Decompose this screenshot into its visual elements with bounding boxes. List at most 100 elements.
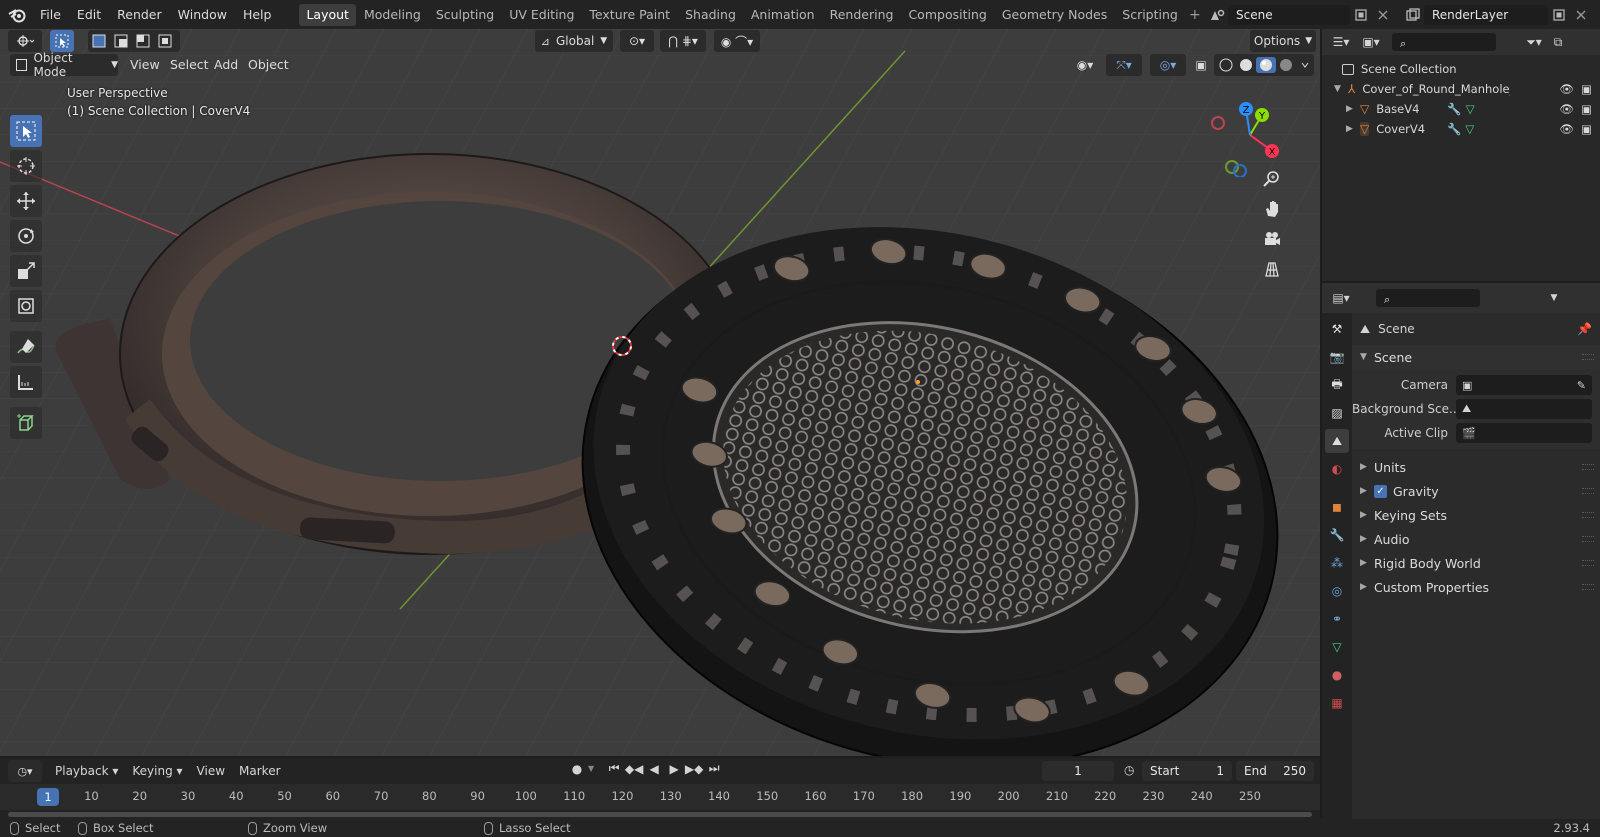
move-icon[interactable] <box>10 185 42 217</box>
camera-icon[interactable] <box>1258 225 1286 253</box>
filter-dropdown[interactable]: ⏷▾ <box>1520 32 1548 52</box>
tab-geometry-nodes[interactable]: Geometry Nodes <box>995 4 1114 26</box>
pin-icon[interactable]: 📌 <box>1577 322 1592 336</box>
menu-file[interactable]: File <box>32 0 69 29</box>
view-layer-tab-icon[interactable]: ▨ <box>1325 401 1349 425</box>
timeline-menu-playback[interactable]: Playback ▾ <box>48 764 125 778</box>
gravity-checkbox[interactable]: ✓ <box>1374 484 1387 498</box>
menu-edit[interactable]: Edit <box>69 0 109 29</box>
tab-animation[interactable]: Animation <box>744 4 822 26</box>
background-scene-field[interactable]: ⛰ <box>1456 399 1592 419</box>
tool-tab-icon[interactable]: ⚒ <box>1325 317 1349 341</box>
expand-arrow-icon[interactable]: ▼ <box>1334 84 1348 94</box>
render-tab-icon[interactable]: 📷 <box>1325 345 1349 369</box>
proportional-edit-buttons[interactable]: ◉ ⌒▾ <box>714 30 760 52</box>
menu-window[interactable]: Window <box>170 0 235 29</box>
editor-type-button[interactable] <box>8 30 42 52</box>
tab-scripting[interactable]: Scripting <box>1115 4 1185 26</box>
viewport-menu-select[interactable]: Select <box>170 54 209 76</box>
drag-handle-icon[interactable] <box>1582 488 1594 494</box>
scale-icon[interactable] <box>10 255 42 287</box>
current-frame-indicator[interactable]: 1 <box>37 788 59 806</box>
panel-keying-sets[interactable]: ▶ Keying Sets <box>1352 503 1600 527</box>
remove-view-layer-icon[interactable] <box>1570 5 1592 25</box>
display-mode-dropdown[interactable]: ▣▾ <box>1356 32 1386 52</box>
drag-handle-icon[interactable] <box>1582 536 1594 542</box>
material-tab-icon[interactable]: ● <box>1325 663 1349 687</box>
panel-scene[interactable]: ▼ Scene <box>1352 345 1600 369</box>
panel-units[interactable]: ▶ Units <box>1352 455 1600 479</box>
tab-texture-paint[interactable]: Texture Paint <box>582 4 677 26</box>
select-tool-header-button[interactable] <box>50 30 74 52</box>
properties-search-input[interactable]: ⌕ <box>1376 289 1480 307</box>
transform-icon[interactable] <box>10 290 42 322</box>
drag-handle-icon[interactable] <box>1582 512 1594 518</box>
blender-logo-icon[interactable] <box>6 4 28 26</box>
add-cube-icon[interactable] <box>10 407 42 439</box>
select-box-icon[interactable] <box>10 115 42 147</box>
active-clip-field[interactable]: 🎬 <box>1456 423 1592 443</box>
remove-scene-icon[interactable] <box>1372 5 1394 25</box>
record-icon[interactable]: ● <box>566 762 588 776</box>
mesh-data-icon[interactable]: ▽ <box>1465 122 1474 136</box>
physics-tab-icon[interactable]: ◎ <box>1325 579 1349 603</box>
scene-icon[interactable] <box>1206 5 1228 25</box>
menu-help[interactable]: Help <box>235 0 280 29</box>
drag-handle-icon[interactable] <box>1582 584 1594 590</box>
tab-uv-editing[interactable]: UV Editing <box>502 4 581 26</box>
mesh-data-icon[interactable]: ▽ <box>1466 102 1475 116</box>
object-tab-icon[interactable]: ◼ <box>1325 495 1349 519</box>
timeline-scrollbar[interactable] <box>8 812 1312 817</box>
data-tab-icon[interactable]: ▽ <box>1325 635 1349 659</box>
add-workspace-button[interactable]: + <box>1186 7 1204 23</box>
panel-gravity[interactable]: ▶ ✓ Gravity <box>1352 479 1600 503</box>
menu-render[interactable]: Render <box>109 0 170 29</box>
visibility-dropdown[interactable]: ◉▾ <box>1068 54 1102 76</box>
eye-icon[interactable]: 👁 <box>1559 102 1574 116</box>
outliner-search-input[interactable]: ⌕ <box>1392 33 1496 51</box>
camera-render-icon[interactable]: ▣ <box>1581 122 1592 136</box>
expand-arrow-icon[interactable]: ▶ <box>1346 104 1360 114</box>
editor-type-button[interactable]: ▤▾ <box>1326 288 1356 308</box>
tab-shading[interactable]: Shading <box>678 4 743 26</box>
object-mode-dropdown[interactable]: Object Mode ▼ <box>10 51 118 79</box>
drag-handle-icon[interactable] <box>1582 464 1594 470</box>
current-frame-field[interactable]: 1 <box>1042 761 1114 781</box>
navigation-gizmo[interactable]: X Y Z <box>1210 93 1294 177</box>
editor-type-button[interactable]: ☰▾ <box>1326 32 1356 52</box>
outliner-row-collection[interactable]: ▼ ⅄ Cover_of_Round_Manhole_Ol 👁 ▣ <box>1322 79 1600 99</box>
tab-layout[interactable]: Layout <box>299 3 356 26</box>
eye-icon[interactable]: 👁 <box>1559 82 1574 96</box>
editor-type-button[interactable]: ◷▾ <box>8 760 42 782</box>
constraints-tab-icon[interactable]: ⚭ <box>1325 607 1349 631</box>
xray-toggle[interactable]: ▣ <box>1192 54 1210 76</box>
transform-orientation-dropdown[interactable]: ⊿ Global ▼ <box>535 30 613 52</box>
overlay-toggle[interactable]: ◎▾ <box>1150 54 1186 76</box>
gizmo-toggle[interactable]: ⤧▾ <box>1106 54 1142 76</box>
tab-sculpting[interactable]: Sculpting <box>429 4 501 26</box>
annotate-icon[interactable] <box>10 331 42 363</box>
panel-rigid-body-world[interactable]: ▶ Rigid Body World <box>1352 551 1600 575</box>
world-tab-icon[interactable]: ◐ <box>1325 457 1349 481</box>
outliner-row-coverv4[interactable]: ▶ ▽ CoverV4 🔧 ▽ 👁 ▣ <box>1322 119 1600 139</box>
cursor-icon[interactable] <box>10 150 42 182</box>
new-view-layer-icon[interactable] <box>1548 5 1570 25</box>
tab-rendering[interactable]: Rendering <box>823 4 901 26</box>
modifier-wrench-icon[interactable]: 🔧 <box>1447 102 1461 116</box>
stopwatch-icon[interactable]: ◷ <box>1124 763 1134 777</box>
timeline-menu-marker[interactable]: Marker <box>232 764 287 778</box>
prev-keyframe-icon[interactable]: ◆◀ <box>624 762 644 776</box>
new-scene-icon[interactable] <box>1350 5 1372 25</box>
outliner-row-basev4[interactable]: ▶ ▽ BaseV4 🔧 ▽ 👁 ▣ <box>1322 99 1600 119</box>
measure-icon[interactable] <box>10 366 42 398</box>
view-layer-icon[interactable] <box>1402 5 1424 25</box>
grid-ortho-icon[interactable] <box>1258 255 1286 283</box>
tab-compositing[interactable]: Compositing <box>901 4 993 26</box>
timeline-menu-view[interactable]: View <box>190 764 232 778</box>
zoom-icon[interactable] <box>1258 165 1286 193</box>
hand-pan-icon[interactable] <box>1258 195 1286 223</box>
camera-field[interactable]: ▣ ✎ <box>1456 375 1592 395</box>
output-tab-icon[interactable]: 🖶 <box>1325 373 1349 397</box>
shading-mode-buttons[interactable] <box>1214 54 1314 76</box>
selection-mode-buttons[interactable] <box>88 30 180 52</box>
